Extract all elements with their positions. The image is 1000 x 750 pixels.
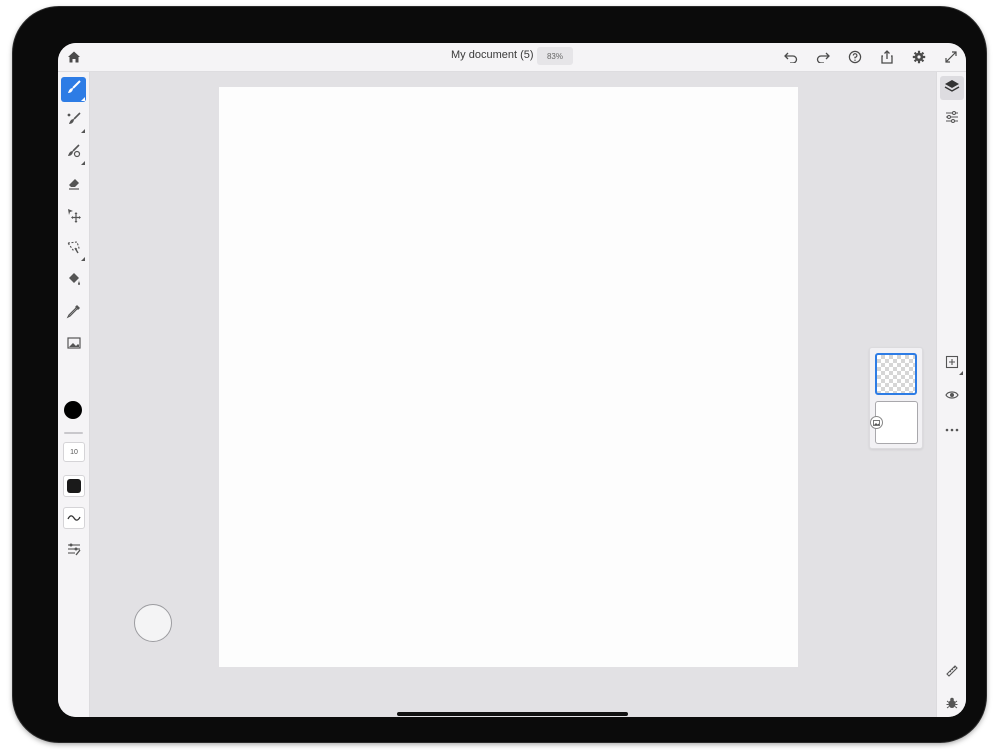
add-layer-button[interactable] bbox=[940, 352, 964, 376]
home-indicator bbox=[397, 712, 628, 716]
top-bar: My document (5) 83% bbox=[58, 43, 966, 72]
move-tool[interactable] bbox=[61, 205, 86, 230]
bug-icon bbox=[945, 696, 959, 715]
layer-thumbnail-selected[interactable] bbox=[875, 353, 917, 395]
brush-tool[interactable] bbox=[61, 77, 86, 102]
image-tool[interactable] bbox=[61, 333, 86, 358]
share-icon[interactable] bbox=[878, 48, 896, 66]
toolbar-divider bbox=[64, 432, 83, 434]
left-toolbar: 10 bbox=[58, 72, 90, 717]
layers-icon bbox=[944, 78, 960, 99]
wave-icon bbox=[67, 509, 81, 527]
lasso-tool[interactable] bbox=[61, 237, 86, 262]
visibility-button[interactable] bbox=[940, 384, 964, 408]
layers-button[interactable] bbox=[940, 76, 964, 100]
help-icon[interactable] bbox=[846, 48, 864, 66]
move-icon bbox=[66, 207, 82, 228]
image-icon bbox=[66, 335, 82, 356]
smoothing-button[interactable] bbox=[63, 507, 85, 529]
drawing-canvas[interactable] bbox=[219, 87, 798, 667]
brush-settings-button[interactable] bbox=[61, 539, 86, 564]
undo-icon[interactable] bbox=[782, 48, 800, 66]
eraser-icon bbox=[66, 175, 82, 196]
brush-size-field[interactable]: 10 bbox=[63, 442, 85, 462]
eyedropper-icon bbox=[66, 303, 82, 324]
adjustments-button[interactable] bbox=[940, 107, 964, 131]
adjustments-icon bbox=[945, 110, 959, 129]
bug-report-button[interactable] bbox=[940, 693, 964, 717]
right-toolbar bbox=[936, 72, 966, 717]
smudge-icon bbox=[66, 143, 82, 164]
document-title[interactable]: My document (5) bbox=[451, 49, 534, 61]
square-brush-icon bbox=[67, 479, 81, 493]
visibility-icon bbox=[945, 387, 959, 405]
ruler-button[interactable] bbox=[940, 661, 964, 685]
smudge-tool[interactable] bbox=[61, 141, 86, 166]
brush-settings-icon bbox=[66, 541, 82, 562]
image-layer-icon bbox=[870, 416, 883, 429]
redo-icon[interactable] bbox=[814, 48, 832, 66]
ruler-icon bbox=[945, 664, 959, 683]
eraser-tool[interactable] bbox=[61, 173, 86, 198]
paint-bucket-icon bbox=[66, 271, 82, 292]
settings-icon[interactable] bbox=[910, 48, 928, 66]
eyedropper-tool[interactable] bbox=[61, 301, 86, 326]
more-button[interactable] bbox=[940, 416, 964, 440]
mixer-brush-tool[interactable] bbox=[61, 109, 86, 134]
mixer-brush-icon bbox=[66, 111, 82, 132]
add-layer-icon bbox=[945, 355, 959, 374]
fullscreen-icon[interactable] bbox=[942, 48, 960, 66]
zoom-level[interactable]: 83% bbox=[537, 47, 573, 65]
lasso-icon bbox=[66, 239, 82, 260]
more-icon bbox=[945, 419, 959, 437]
paint-brush-icon bbox=[66, 79, 82, 100]
brush-shape-button[interactable] bbox=[63, 475, 85, 497]
color-swatch[interactable] bbox=[64, 401, 82, 419]
fill-tool[interactable] bbox=[61, 269, 86, 294]
app-screen: My document (5) 83% 10 bbox=[58, 43, 966, 717]
touch-shortcut-button[interactable] bbox=[134, 604, 172, 642]
home-icon[interactable] bbox=[65, 48, 83, 66]
tablet-frame: My document (5) 83% 10 bbox=[13, 7, 986, 742]
layers-panel bbox=[869, 347, 923, 449]
